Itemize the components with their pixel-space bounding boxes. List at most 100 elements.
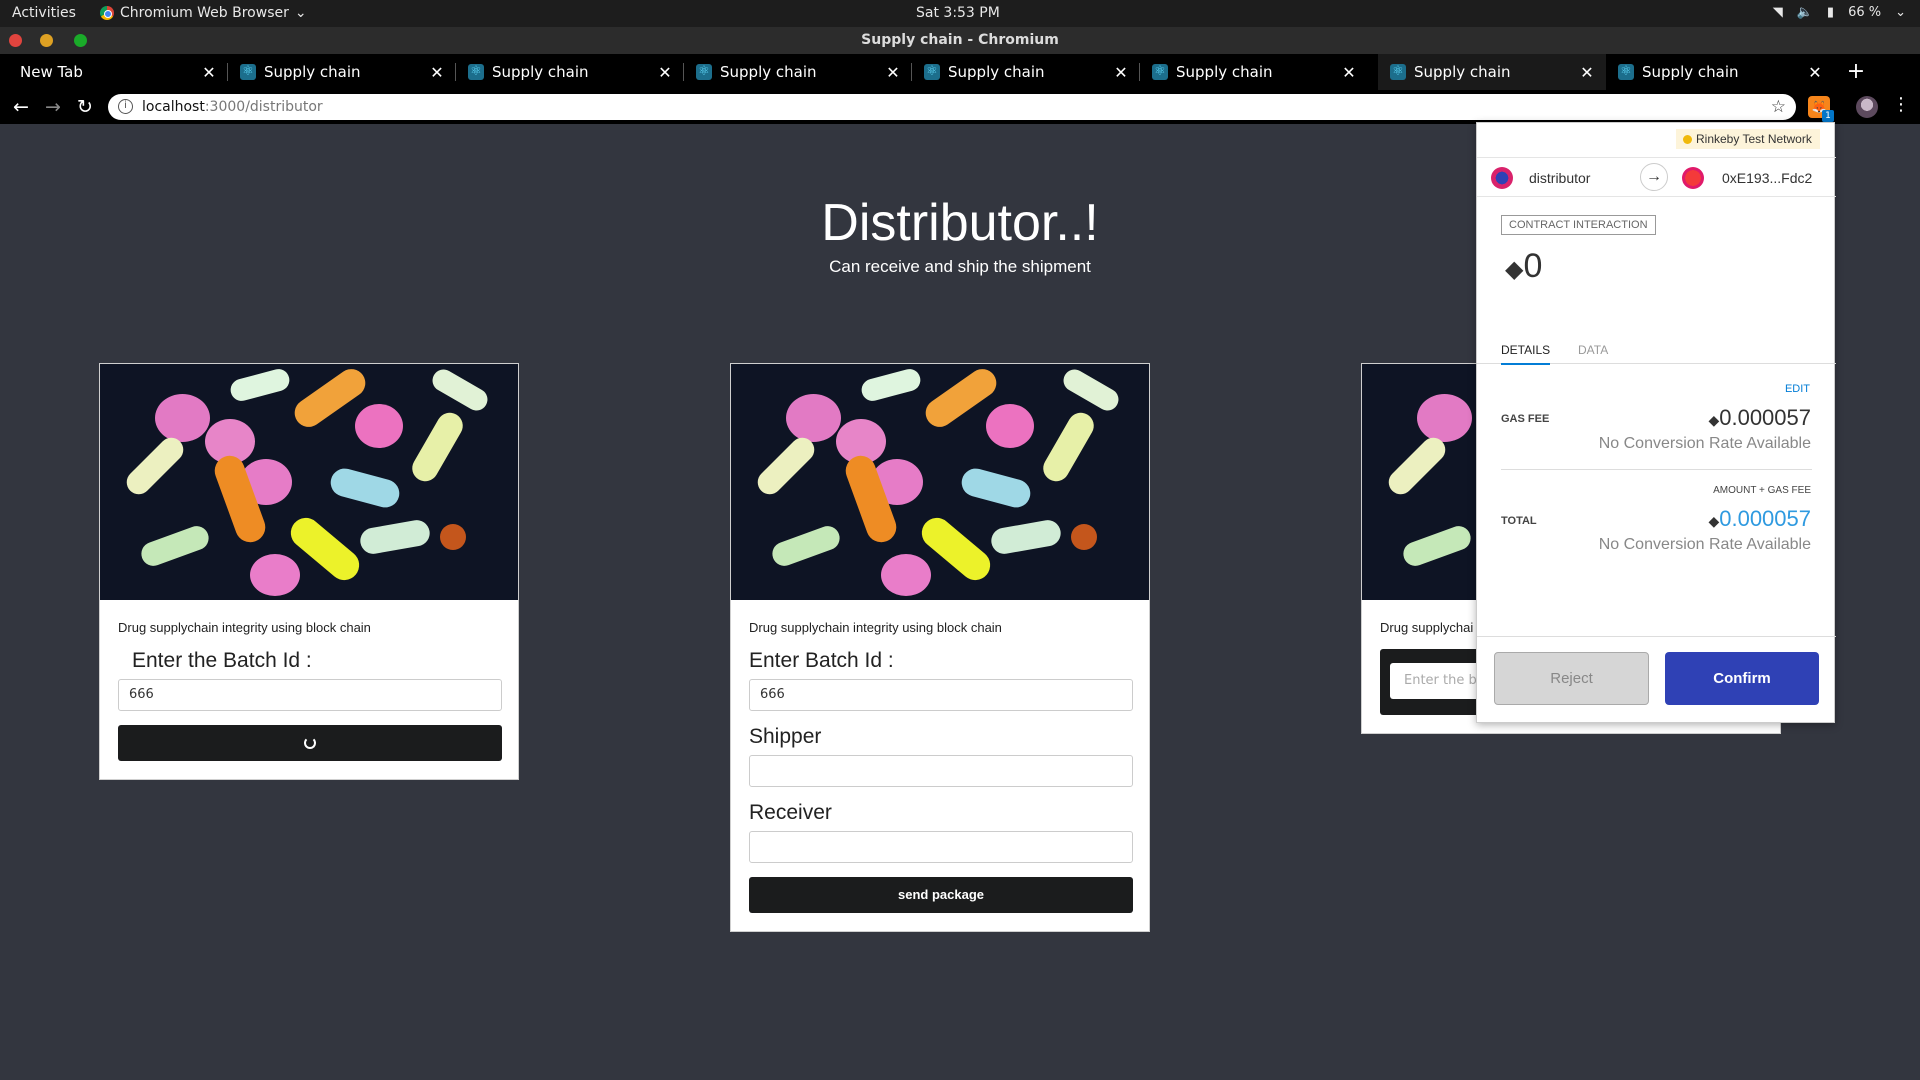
battery-percent: 66 %	[1848, 5, 1882, 20]
eth-icon: ◆	[1505, 256, 1524, 283]
maximize-window-button[interactable]	[74, 34, 87, 47]
amount: ◆0	[1505, 247, 1543, 285]
react-icon: ⚛	[240, 64, 256, 80]
loading-spinner-icon	[304, 737, 316, 749]
react-icon: ⚛	[468, 64, 484, 80]
pills-image	[731, 364, 1149, 600]
close-icon[interactable]: ✕	[426, 63, 448, 82]
from-identicon	[1491, 167, 1513, 189]
tab-label: Supply chain	[1414, 63, 1511, 81]
address-bar[interactable]: i localhost:3000/distributor ☆	[108, 94, 1796, 120]
divider	[1501, 469, 1812, 470]
tab-data[interactable]: DATA	[1578, 343, 1608, 357]
tab-supply-chain[interactable]: ⚛ Supply chain ✕	[912, 54, 1140, 90]
tab-supply-chain[interactable]: ⚛ Supply chain ✕	[1606, 54, 1834, 90]
chevron-down-icon: ⌄	[294, 5, 307, 21]
menu-kebab-icon[interactable]: ⋮	[1892, 94, 1910, 115]
card-caption: Drug supplychain integrity using block c…	[118, 620, 371, 635]
to-identicon	[1682, 167, 1704, 189]
react-icon: ⚛	[1390, 64, 1406, 80]
battery-icon: ▮	[1826, 5, 1835, 20]
tab-label: Supply chain	[1176, 63, 1273, 81]
close-icon[interactable]: ✕	[1110, 63, 1132, 82]
eth-icon: ◆	[1708, 412, 1720, 428]
profile-avatar[interactable]	[1856, 96, 1878, 118]
app-name: Chromium Web Browser	[120, 5, 289, 21]
batch-id-input[interactable]: 666	[118, 679, 502, 711]
tab-label: Supply chain	[720, 63, 817, 81]
total-label: TOTAL	[1501, 515, 1537, 527]
shipper-label: Shipper	[749, 725, 822, 748]
network-badge[interactable]: Rinkeby Test Network	[1676, 129, 1820, 149]
chevron-down-icon: ⌄	[1895, 5, 1906, 20]
confirm-button[interactable]: Confirm	[1665, 652, 1819, 705]
tab-supply-chain[interactable]: ⚛ Supply chain ✕	[228, 54, 456, 90]
close-icon[interactable]: ✕	[1576, 63, 1598, 82]
minimize-window-button[interactable]	[40, 34, 53, 47]
tab-supply-chain[interactable]: ⚛ Supply chain ✕	[684, 54, 912, 90]
os-top-bar: Activities Chromium Web Browser ⌄ Sat 3:5…	[0, 0, 1920, 27]
receiver-input[interactable]	[749, 831, 1133, 863]
tab-supply-chain[interactable]: ⚛ Supply chain ✕	[456, 54, 684, 90]
tab-supply-chain-active[interactable]: ⚛ Supply chain ✕	[1378, 54, 1606, 90]
tab-label: Supply chain	[492, 63, 589, 81]
close-icon[interactable]: ✕	[1804, 63, 1826, 82]
clock[interactable]: Sat 3:53 PM	[916, 5, 1000, 21]
tab-new-tab[interactable]: New Tab ✕	[0, 54, 228, 90]
metamask-popup: Rinkeby Test Network distributor → 0xE19…	[1476, 122, 1836, 723]
detail-tabs: DETAILS DATA	[1477, 335, 1836, 365]
shipper-input[interactable]	[749, 755, 1133, 787]
receiver-label: Receiver	[749, 801, 832, 824]
url-path: :3000/distributor	[204, 99, 323, 115]
info-icon[interactable]: i	[118, 99, 133, 114]
pills-image	[100, 364, 518, 600]
react-icon: ⚛	[1152, 64, 1168, 80]
gas-fee-value: ◆0.000057	[1708, 405, 1811, 430]
receive-card: Drug supplychain integrity using block c…	[99, 363, 519, 780]
gas-fee-label: GAS FEE	[1501, 413, 1550, 425]
reject-button[interactable]: Reject	[1494, 652, 1649, 705]
bookmark-star-icon[interactable]: ☆	[1771, 94, 1786, 120]
arrow-right-icon: →	[1640, 163, 1668, 191]
eth-icon: ◆	[1708, 513, 1720, 529]
tab-label: Supply chain	[1642, 63, 1739, 81]
react-icon: ⚛	[696, 64, 712, 80]
chromium-icon	[100, 6, 114, 20]
new-tab-button[interactable]: +	[1844, 54, 1868, 90]
batch-id-input[interactable]: 666	[749, 679, 1133, 711]
tab-label: Supply chain	[264, 63, 361, 81]
total-fiat: No Conversion Rate Available	[1598, 536, 1811, 553]
window-title: Supply chain - Chromium	[0, 27, 1920, 54]
tab-details[interactable]: DETAILS	[1501, 343, 1551, 365]
tab-supply-chain[interactable]: ⚛ Supply chain ✕	[1140, 54, 1368, 90]
tab-label: Supply chain	[948, 63, 1045, 81]
app-menu[interactable]: Chromium Web Browser ⌄	[100, 5, 307, 21]
batch-id-label: Enter the Batch Id :	[132, 649, 312, 672]
react-icon: ⚛	[924, 64, 940, 80]
to-account: 0xE193...Fdc2	[1722, 170, 1813, 186]
close-icon[interactable]: ✕	[1338, 63, 1360, 82]
system-tray[interactable]: ◥ 🔈 ▮ 66 % ⌄	[1773, 5, 1906, 20]
send-package-button[interactable]: send package	[749, 877, 1133, 913]
close-icon[interactable]: ✕	[882, 63, 904, 82]
divider	[1477, 636, 1836, 637]
forward-arrow-icon[interactable]: →	[40, 94, 66, 120]
from-account: distributor	[1529, 170, 1591, 186]
wifi-icon: ◥	[1772, 5, 1783, 20]
gas-fee-fiat: No Conversion Rate Available	[1598, 435, 1811, 452]
notification-badge: 1	[1822, 110, 1834, 122]
react-icon: ⚛	[1618, 64, 1634, 80]
card-caption: Drug supplychain integrity using block c…	[749, 620, 1002, 635]
reload-icon[interactable]: ↻	[72, 94, 98, 120]
batch-id-label: Enter Batch Id :	[749, 649, 894, 672]
ship-card: Drug supplychain integrity using block c…	[730, 363, 1150, 932]
total-value: ◆0.000057	[1708, 506, 1811, 531]
close-window-button[interactable]	[9, 34, 22, 47]
receive-button[interactable]	[118, 725, 502, 761]
close-icon[interactable]: ✕	[198, 63, 220, 82]
close-icon[interactable]: ✕	[654, 63, 676, 82]
accounts-row: distributor → 0xE193...Fdc2	[1477, 157, 1836, 197]
edit-gas-link[interactable]: EDIT	[1785, 383, 1810, 395]
back-arrow-icon[interactable]: ←	[8, 94, 34, 120]
activities-button[interactable]: Activities	[12, 5, 76, 21]
